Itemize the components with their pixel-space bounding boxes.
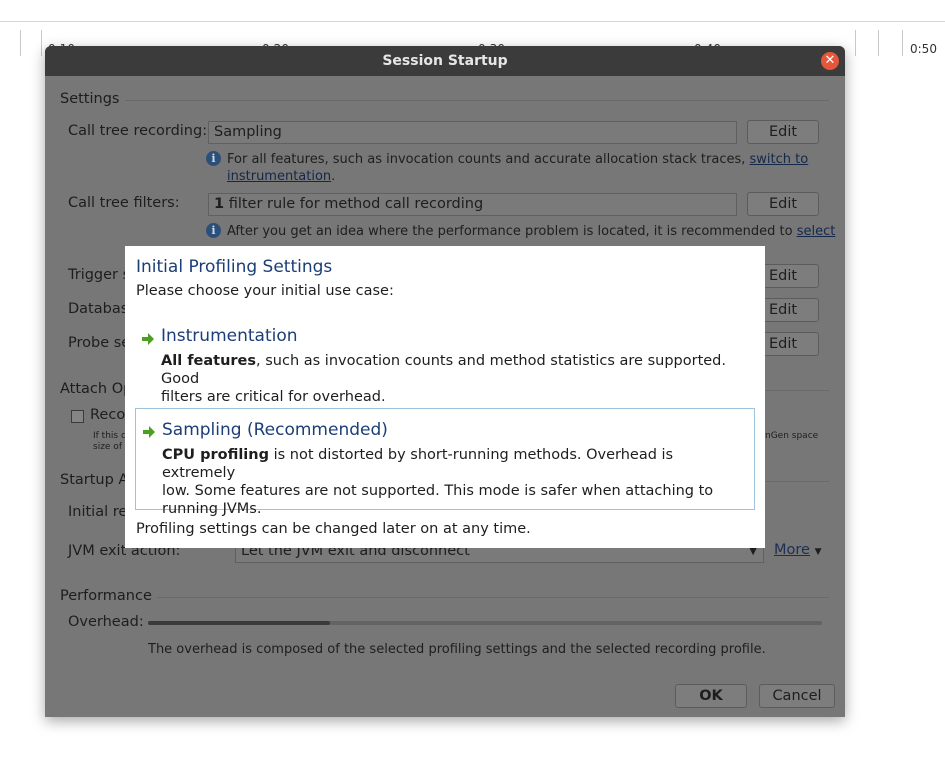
instrumentation-title: Instrumentation bbox=[161, 326, 298, 346]
attach-separator bbox=[765, 390, 829, 391]
switch-to-instrumentation-link-cont[interactable]: instrumentation bbox=[227, 169, 331, 184]
instrumentation-description: All features, such as invocation counts … bbox=[161, 352, 741, 406]
overhead-note: The overhead is composed of the selected… bbox=[148, 642, 766, 657]
info-icon: i bbox=[206, 151, 221, 166]
info-note-instrumentation: For all features, such as invocation cou… bbox=[227, 151, 827, 185]
dialog-title: Session Startup bbox=[382, 53, 508, 69]
sampling-desc-line2: low. Some features are not supported. Th… bbox=[162, 483, 714, 499]
call-tree-filters-field[interactable]: 1 filter rule for method call recording bbox=[208, 193, 737, 216]
filter-count: 1 bbox=[214, 196, 225, 212]
call-tree-filters-edit-button[interactable]: Edit bbox=[747, 192, 819, 216]
timeline-tick bbox=[41, 30, 42, 56]
more-button[interactable]: More ▼ bbox=[774, 542, 821, 558]
performance-section-title: Performance bbox=[60, 588, 152, 604]
timeline-tick bbox=[902, 30, 903, 56]
performance-separator bbox=[157, 597, 829, 598]
attach-note-line2: size of bbox=[93, 442, 122, 452]
info-icon: i bbox=[206, 223, 221, 238]
dialog-titlebar[interactable]: Session Startup ✕ bbox=[45, 46, 845, 76]
arrow-right-icon bbox=[143, 426, 155, 438]
attach-note-line1: If this c bbox=[93, 431, 126, 441]
initial-profiling-settings-popup: Initial Profiling Settings Please choose… bbox=[125, 246, 765, 548]
instrumentation-desc-line2: filters are critical for overhead. bbox=[161, 389, 386, 405]
call-tree-recording-label: Call tree recording: bbox=[68, 123, 208, 139]
popup-footer-note: Profiling settings can be changed later … bbox=[136, 521, 531, 537]
timeline-label: 0:50 bbox=[910, 42, 937, 56]
settings-section-title: Settings bbox=[60, 91, 120, 107]
overhead-bar-fill bbox=[148, 621, 330, 625]
call-tree-recording-edit-button[interactable]: Edit bbox=[747, 120, 819, 144]
cancel-button[interactable]: Cancel bbox=[759, 684, 835, 708]
info-note-filters: After you get an idea where the performa… bbox=[227, 223, 837, 240]
close-icon[interactable]: ✕ bbox=[821, 52, 839, 70]
attach-note-right: nGen space bbox=[765, 431, 819, 441]
initial-recording-label: Initial re bbox=[68, 504, 128, 520]
ok-label: OK bbox=[699, 688, 723, 704]
call-tree-recording-field[interactable]: Sampling bbox=[208, 121, 737, 144]
info-note-tail: . bbox=[331, 169, 336, 184]
ok-button[interactable]: OK bbox=[675, 684, 747, 708]
startup-actions-section-title: Startup A bbox=[60, 472, 129, 488]
info-note-text: For all features, such as invocation cou… bbox=[227, 152, 750, 167]
switch-to-instrumentation-link[interactable]: switch to bbox=[750, 152, 809, 167]
settings-separator bbox=[125, 100, 829, 101]
sampling-desc-line3: running JVMs. bbox=[162, 501, 262, 517]
filter-description: filter rule for method call recording bbox=[228, 196, 484, 212]
info-note-text: After you get an idea where the performa… bbox=[227, 224, 797, 239]
record-checkbox-label: Reco bbox=[90, 407, 126, 423]
timeline-tick bbox=[20, 30, 21, 56]
timeline-tick bbox=[855, 30, 856, 56]
attach-options-section-title: Attach Op bbox=[60, 381, 133, 397]
instrumentation-bold: All features bbox=[161, 353, 257, 369]
more-link[interactable]: More bbox=[774, 542, 810, 558]
sampling-description: CPU profiling is not distorted by short-… bbox=[162, 446, 742, 518]
startup-separator bbox=[765, 481, 829, 482]
sampling-option[interactable]: Sampling (Recommended) CPU profiling is … bbox=[135, 408, 755, 517]
call-tree-filters-label: Call tree filters: bbox=[68, 195, 180, 211]
sampling-bold: CPU profiling bbox=[162, 447, 269, 463]
chevron-down-icon: ▼ bbox=[814, 547, 822, 557]
sampling-title: Sampling (Recommended) bbox=[162, 420, 388, 440]
database-settings-label: Databas bbox=[68, 301, 129, 317]
timeline-line bbox=[0, 21, 945, 22]
select-link[interactable]: select bbox=[797, 224, 836, 239]
trigger-settings-label: Trigger s bbox=[68, 267, 131, 283]
timeline-tick bbox=[878, 30, 879, 56]
popup-title: Initial Profiling Settings bbox=[136, 257, 333, 277]
arrow-right-icon bbox=[142, 333, 154, 345]
attach-note-left: If this c size of bbox=[93, 431, 126, 453]
instrumentation-option[interactable]: Instrumentation All features, such as in… bbox=[135, 318, 755, 405]
popup-subtitle: Please choose your initial use case: bbox=[136, 283, 394, 299]
record-checkbox[interactable] bbox=[71, 410, 84, 423]
overhead-label: Overhead: bbox=[68, 614, 144, 630]
probe-settings-label: Probe se bbox=[68, 335, 131, 351]
